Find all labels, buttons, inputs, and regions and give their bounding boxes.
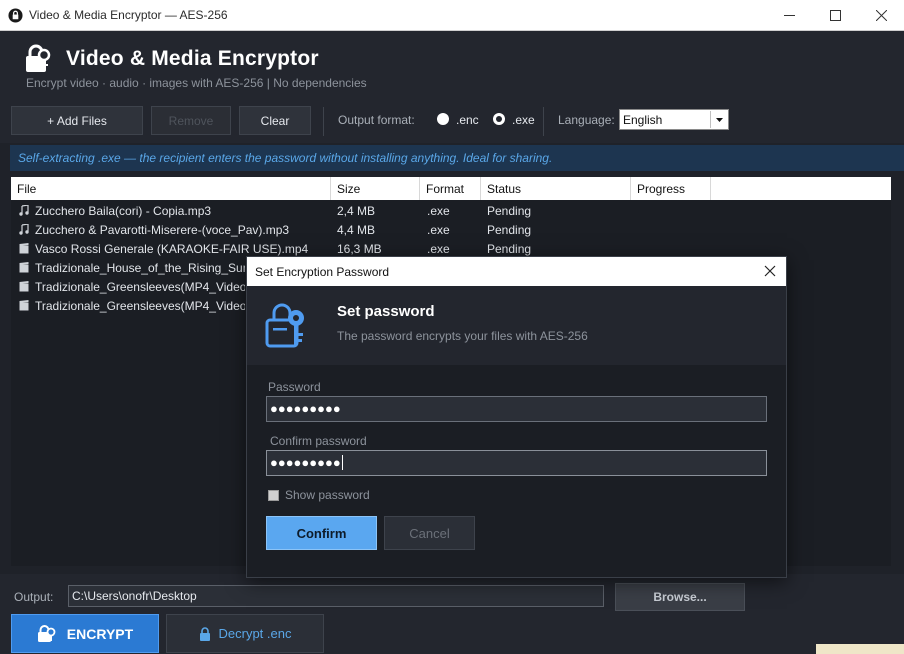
- encrypt-button[interactable]: ENCRYPT: [11, 614, 159, 653]
- set-password-dialog: Set Encryption Password Set password The…: [246, 256, 787, 578]
- column-header-status[interactable]: Status: [481, 177, 631, 200]
- remove-button[interactable]: Remove: [151, 106, 231, 135]
- maximize-button[interactable]: [812, 0, 858, 31]
- dialog-title-bar: Set Encryption Password: [247, 257, 786, 286]
- password-value: ●●●●●●●●●: [270, 401, 341, 416]
- output-format-label: Output format:: [338, 113, 415, 127]
- music-note-icon: [19, 205, 29, 216]
- lock-key-icon: [37, 624, 56, 642]
- info-banner: Self-extracting .exe — the recipient ent…: [10, 145, 904, 171]
- decrypt-label: Decrypt .enc: [218, 626, 292, 641]
- lock-icon: [199, 626, 210, 641]
- cell-file: Tradizionale_House_of_the_Rising_Sun(V: [35, 261, 245, 275]
- dialog-body: Password ●●●●●●●●● Confirm password ●●●●…: [247, 365, 786, 577]
- dialog-subheading: The password encrypts your files with AE…: [337, 329, 588, 343]
- background-window-edge: [816, 644, 904, 654]
- column-header-file[interactable]: File: [11, 177, 331, 200]
- cell-file: Vasco Rossi Generale (KARAOKE-FAIR USE).…: [35, 242, 309, 256]
- browse-button[interactable]: Browse...: [615, 583, 745, 611]
- dialog-header: Set password The password encrypts your …: [247, 286, 786, 365]
- minimize-icon: [783, 15, 795, 16]
- title-bar: Video & Media Encryptor — AES-256: [0, 0, 904, 31]
- format-radio-enc[interactable]: [437, 113, 449, 125]
- cell-format: .exe: [427, 204, 450, 218]
- cell-size: 4,4 MB: [337, 223, 376, 237]
- app-header: Video & Media Encryptor Encrypt video · …: [0, 31, 904, 97]
- cell-file: Zucchero Baila(cori) - Copia.mp3: [35, 204, 212, 218]
- show-password-checkbox[interactable]: [268, 490, 279, 501]
- password-field[interactable]: ●●●●●●●●●: [266, 396, 767, 422]
- decrypt-button[interactable]: Decrypt .enc: [166, 614, 324, 653]
- table-row[interactable]: Zucchero Baila(cori) - Copia.mp3 2,4 MB …: [11, 201, 891, 220]
- app-lock-icon: [8, 8, 23, 23]
- cell-status: Pending: [487, 242, 532, 256]
- confirm-password-label: Confirm password: [270, 434, 367, 448]
- cell-status: Pending: [487, 223, 532, 237]
- output-path-field[interactable]: C:\Users\onofr\Desktop: [68, 585, 604, 607]
- dialog-close-icon[interactable]: [762, 263, 778, 279]
- language-label: Language:: [558, 113, 615, 127]
- text-caret: [341, 455, 343, 470]
- format-label-exe: .exe: [512, 113, 535, 127]
- format-radio-exe[interactable]: [493, 113, 505, 125]
- format-label-enc: .enc: [456, 113, 479, 127]
- cell-file: Tradizionale_Greensleeves(MP4_Video_d: [35, 299, 245, 313]
- column-header-size[interactable]: Size: [331, 177, 420, 200]
- cell-size: 2,4 MB: [337, 204, 376, 218]
- video-clapper-icon: [19, 281, 29, 292]
- dialog-heading: Set password: [337, 303, 435, 320]
- language-value: English: [623, 113, 663, 127]
- video-clapper-icon: [19, 243, 29, 254]
- lock-key-icon: [265, 303, 304, 348]
- lock-key-logo-icon: [26, 44, 51, 72]
- maximize-icon: [829, 10, 841, 21]
- app-subtitle: Encrypt video · audio · images with AES-…: [26, 76, 367, 90]
- column-header-format[interactable]: Format: [420, 177, 481, 200]
- close-icon: [875, 10, 887, 21]
- window-title: Video & Media Encryptor — AES-256: [29, 8, 228, 22]
- cell-file: Zucchero & Pavarotti-Miserere-(voce_Pav)…: [35, 223, 290, 237]
- dialog-window-title: Set Encryption Password: [255, 265, 390, 279]
- encrypt-label: ENCRYPT: [66, 625, 134, 642]
- confirm-password-field[interactable]: ●●●●●●●●●: [266, 450, 767, 476]
- column-header-progress[interactable]: Progress: [631, 177, 711, 200]
- file-table-header: File Size Format Status Progress: [11, 177, 891, 200]
- music-note-icon: [19, 224, 29, 235]
- minimize-button[interactable]: [766, 0, 812, 31]
- add-files-button[interactable]: + Add Files: [11, 106, 143, 135]
- cell-file: Tradizionale_Greensleeves(MP4_Video_d: [35, 280, 245, 294]
- video-clapper-icon: [19, 262, 29, 273]
- cell-size: 16,3 MB: [337, 242, 382, 256]
- cell-status: Pending: [487, 204, 532, 218]
- chevron-down-icon: [710, 111, 727, 128]
- toolbar-divider: [543, 107, 544, 136]
- clear-button[interactable]: Clear: [239, 106, 311, 135]
- output-label: Output:: [14, 590, 54, 604]
- confirm-button[interactable]: Confirm: [266, 516, 377, 550]
- cell-format: .exe: [427, 242, 450, 256]
- language-select[interactable]: English: [619, 109, 729, 130]
- app-title: Video & Media Encryptor: [66, 47, 319, 70]
- cell-format: .exe: [427, 223, 450, 237]
- confirm-password-value: ●●●●●●●●●: [270, 455, 341, 470]
- password-label: Password: [268, 380, 321, 394]
- video-clapper-icon: [19, 300, 29, 311]
- show-password-label: Show password: [285, 488, 370, 502]
- table-row[interactable]: Zucchero & Pavarotti-Miserere-(voce_Pav)…: [11, 220, 891, 239]
- toolbar-divider: [323, 107, 324, 136]
- cancel-button[interactable]: Cancel: [384, 516, 475, 550]
- close-button[interactable]: [858, 0, 904, 31]
